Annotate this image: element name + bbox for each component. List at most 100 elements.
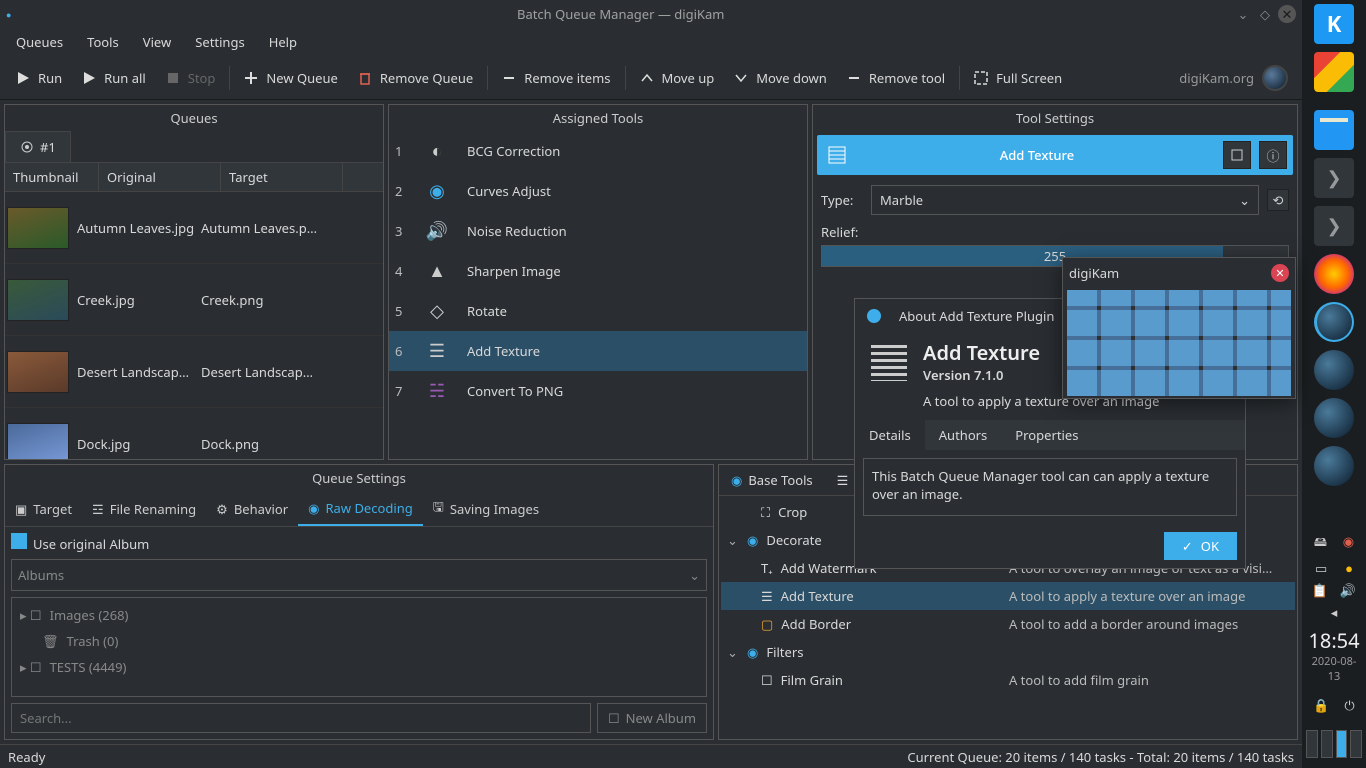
tooltip-thumbnail — [1067, 290, 1291, 396]
use-original-checkbox[interactable]: Use original Album — [11, 533, 707, 553]
about-description: This Batch Queue Manager tool can can ap… — [863, 458, 1237, 516]
thumbnail — [7, 351, 69, 393]
usb-icon[interactable]: 🖴 — [1314, 532, 1327, 555]
tool-film-grain[interactable]: ☐Film GrainA tool to add film grain — [721, 666, 1295, 694]
albums-select[interactable]: Albums⌄ — [11, 559, 707, 591]
virtual-desktop-pager[interactable] — [1306, 724, 1362, 764]
clipboard-icon[interactable]: 📋 — [1312, 581, 1328, 599]
menu-tools[interactable]: Tools — [75, 29, 131, 55]
remove-items-button[interactable]: Remove items — [492, 65, 620, 91]
menu-queues[interactable]: Queues — [4, 29, 75, 55]
stop-button: Stop — [156, 65, 226, 91]
queue-row[interactable]: Creek.jpgCreek.png — [5, 264, 383, 336]
digikam-task-3[interactable] — [1314, 398, 1354, 438]
updates-icon[interactable]: ◉ — [1343, 532, 1354, 555]
texture-icon — [871, 345, 907, 381]
qs-tab-raw[interactable]: ◉ Raw Decoding — [298, 491, 423, 526]
kde-launcher-button[interactable]: K — [1314, 4, 1354, 44]
assigned-tool-5[interactable]: 5◇Rotate — [389, 291, 807, 331]
tooltip-close-button[interactable]: ✕ — [1271, 264, 1289, 282]
menu-help[interactable]: Help — [257, 29, 309, 55]
tool-icon: 🔊 — [425, 219, 449, 243]
relief-label: Relief: — [821, 223, 858, 241]
about-tab-authors[interactable]: Authors — [925, 420, 1002, 450]
assigned-tool-7[interactable]: 7☵Convert To PNG — [389, 371, 807, 411]
clock[interactable]: 18:54 2020-08-13 — [1306, 623, 1362, 688]
tool-icon: ◇ — [425, 299, 449, 323]
tool-group-filters[interactable]: ⌄◉Filters — [721, 638, 1295, 666]
qs-tab-target[interactable]: ▣ Target — [5, 491, 82, 526]
lock-icon[interactable]: 🔒 — [1313, 696, 1329, 714]
type-reset-button[interactable]: ⟲ — [1267, 189, 1289, 211]
full-screen-button[interactable]: Full Screen — [964, 65, 1072, 91]
queue-settings-title: Queue Settings — [5, 465, 713, 491]
assigned-tools-panel: Assigned Tools 1◐BCG Correction2◉Curves … — [388, 104, 808, 460]
window-close-button[interactable]: ✕ — [1278, 5, 1296, 23]
gear-icon — [20, 140, 34, 154]
new-album-button[interactable]: ☐ New Album — [597, 703, 707, 733]
assigned-tool-2[interactable]: 2◉Curves Adjust — [389, 171, 807, 211]
discover-button[interactable] — [1314, 52, 1354, 92]
plugin-icon — [867, 309, 881, 323]
digikam-task-4[interactable] — [1314, 446, 1354, 486]
remove-tool-button[interactable]: Remove tool — [837, 65, 955, 91]
tool-icon: ☰ — [425, 339, 449, 363]
firefox-button[interactable] — [1314, 254, 1354, 294]
taskbar-group-1[interactable]: ❯ — [1314, 158, 1354, 198]
queue-tab-1[interactable]: #1 — [5, 131, 71, 162]
desktop-taskbar: K ❯ ❯ 🖴 ◉ ▭ ● 📋 🔊 ◂ 18:54 2020-08-13 🔒 ⏻ — [1302, 0, 1366, 768]
thumbnail — [7, 423, 69, 460]
about-tab-properties[interactable]: Properties — [1001, 420, 1092, 450]
queue-settings-panel: Queue Settings ▣ Target ☲ File Renaming … — [4, 464, 714, 740]
settings-reset-button[interactable] — [1223, 141, 1251, 169]
taskbar-group-2[interactable]: ❯ — [1314, 206, 1354, 246]
tree-tests[interactable]: ▸ ☐ TESTS (4449) — [16, 654, 702, 680]
album-search-input[interactable] — [11, 703, 591, 733]
move-up-button[interactable]: Move up — [630, 65, 725, 91]
assigned-tool-3[interactable]: 3🔊Noise Reduction — [389, 211, 807, 251]
type-label: Type: — [821, 191, 863, 209]
queue-row[interactable]: Dock.jpgDock.png — [5, 408, 383, 459]
run-button[interactable]: Run — [6, 65, 72, 91]
menu-settings[interactable]: Settings — [183, 29, 256, 55]
type-select[interactable]: Marble⌄ — [871, 185, 1259, 215]
window-maximize-button[interactable]: ◇ — [1256, 5, 1274, 23]
album-tree[interactable]: ▸ ☐ Images (268) 🗑 Trash (0) ▸ ☐ TESTS (… — [11, 597, 707, 697]
move-down-button[interactable]: Move down — [724, 65, 837, 91]
assigned-tool-6[interactable]: 6☰Add Texture — [389, 331, 807, 371]
tp-tab-base[interactable]: ◉ Base Tools — [719, 465, 825, 495]
power-icon[interactable]: ⏻ — [1344, 696, 1354, 714]
digikam-task-active[interactable] — [1314, 302, 1354, 342]
tree-trash[interactable]: 🗑 Trash (0) — [16, 628, 702, 654]
brand-link[interactable]: digiKam.org — [1179, 65, 1296, 91]
qs-tab-behavior[interactable]: ⚙ Behavior — [206, 491, 298, 526]
menu-view[interactable]: View — [131, 29, 183, 55]
tool-icon: ▲ — [425, 259, 449, 283]
queue-row[interactable]: Desert Landscap…Desert Landscap… — [5, 336, 383, 408]
remove-queue-button[interactable]: Remove Queue — [348, 65, 483, 91]
files-button[interactable] — [1314, 110, 1354, 150]
battery-icon[interactable]: ▭ — [1315, 559, 1327, 577]
assigned-tool-4[interactable]: 4▲Sharpen Image — [389, 251, 807, 291]
queue-table-header: Thumbnail Original Target — [5, 163, 383, 192]
about-ok-button[interactable]: ✓OK — [1164, 532, 1237, 560]
tray-expand-icon[interactable]: ◂ — [1331, 603, 1338, 621]
qs-tab-saving[interactable]: 🖫 Saving Images — [423, 491, 549, 526]
window-minimize-button[interactable]: ⌄ — [1234, 5, 1252, 23]
toolbar: Run Run all Stop New Queue Remove Queue … — [0, 56, 1302, 100]
qs-tab-renaming[interactable]: ☲ File Renaming — [82, 491, 206, 526]
tool-add-texture[interactable]: ☰Add TextureA tool to apply a texture ov… — [721, 582, 1295, 610]
assigned-tool-1[interactable]: 1◐BCG Correction — [389, 131, 807, 171]
about-tab-details[interactable]: Details — [855, 420, 925, 450]
queue-row[interactable]: Autumn Leaves.jpgAutumn Leaves.p… — [5, 192, 383, 264]
run-all-button[interactable]: Run all — [72, 65, 156, 91]
chevron-down-icon: ⌄ — [1239, 191, 1250, 209]
tree-images[interactable]: ▸ ☐ Images (268) — [16, 602, 702, 628]
volume-icon[interactable]: 🔊 — [1340, 581, 1356, 599]
status-right: Current Queue: 20 items / 140 tasks - To… — [907, 748, 1294, 766]
night-icon[interactable]: ● — [1345, 559, 1353, 577]
new-queue-button[interactable]: New Queue — [234, 65, 347, 91]
digikam-task-2[interactable] — [1314, 350, 1354, 390]
settings-info-button[interactable]: ⓘ — [1259, 141, 1287, 169]
tool-add-border[interactable]: ▢Add BorderA tool to add a border around… — [721, 610, 1295, 638]
